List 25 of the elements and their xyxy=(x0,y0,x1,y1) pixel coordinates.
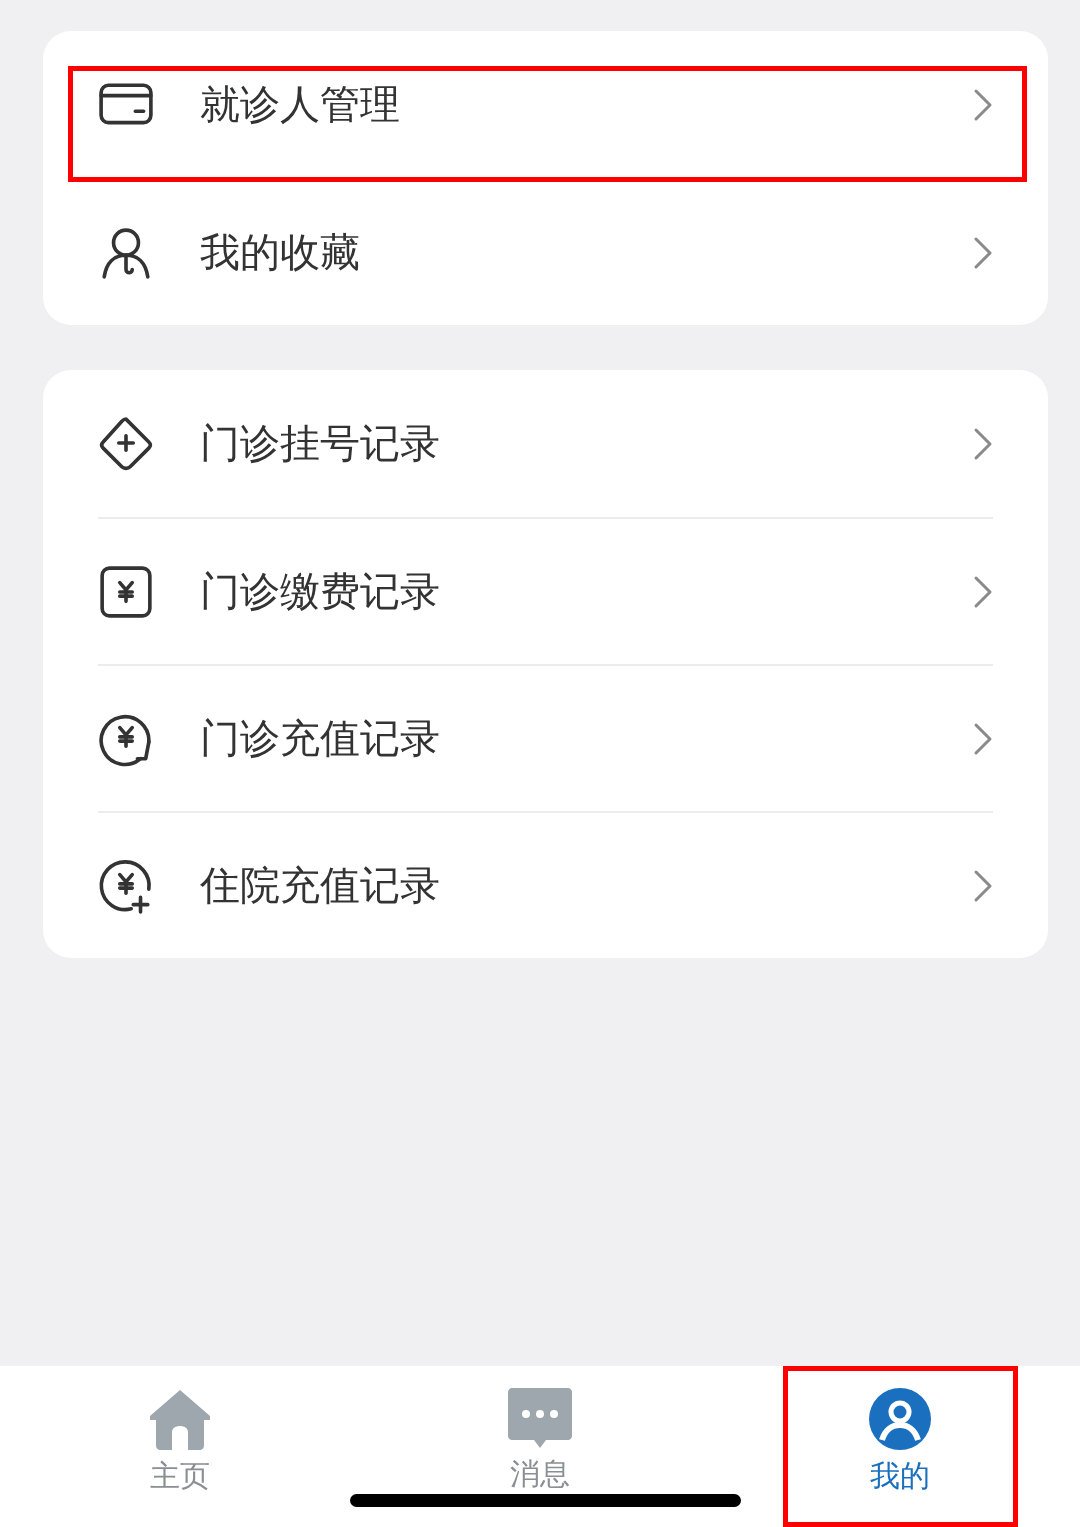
menu-item-label: 住院充值记录 xyxy=(200,861,441,910)
menu-item[interactable]: 门诊缴费记录 xyxy=(98,517,993,664)
menu-item[interactable]: 我的收藏 xyxy=(98,178,993,325)
chevron-right-icon xyxy=(973,235,993,270)
menu-item-label: 门诊充值记录 xyxy=(200,714,441,763)
yen-plus-icon xyxy=(98,857,154,914)
yen-square-icon xyxy=(98,563,154,620)
menu-item[interactable]: 门诊充值记录 xyxy=(98,664,993,811)
chevron-right-icon xyxy=(973,574,993,609)
menu-item[interactable]: 住院充值记录 xyxy=(98,811,993,958)
tab[interactable]: 我的 xyxy=(720,1366,1080,1527)
plus-diamond-icon xyxy=(98,415,154,472)
menu-item-label: 门诊缴费记录 xyxy=(200,567,441,616)
menu-item-label: 就诊人管理 xyxy=(200,80,401,129)
chevron-right-icon xyxy=(973,426,993,461)
chevron-right-icon xyxy=(973,868,993,903)
menu-item[interactable]: 门诊挂号记录 xyxy=(98,370,993,517)
chevron-right-icon xyxy=(973,721,993,756)
home-icon xyxy=(148,1388,212,1450)
menu-item-label: 我的收藏 xyxy=(200,228,361,277)
menu-item-label: 门诊挂号记录 xyxy=(200,419,441,468)
user-icon xyxy=(869,1388,931,1450)
chevron-right-icon xyxy=(973,87,993,122)
chat-icon xyxy=(508,1388,572,1448)
menu-item[interactable]: 就诊人管理 xyxy=(98,31,993,178)
